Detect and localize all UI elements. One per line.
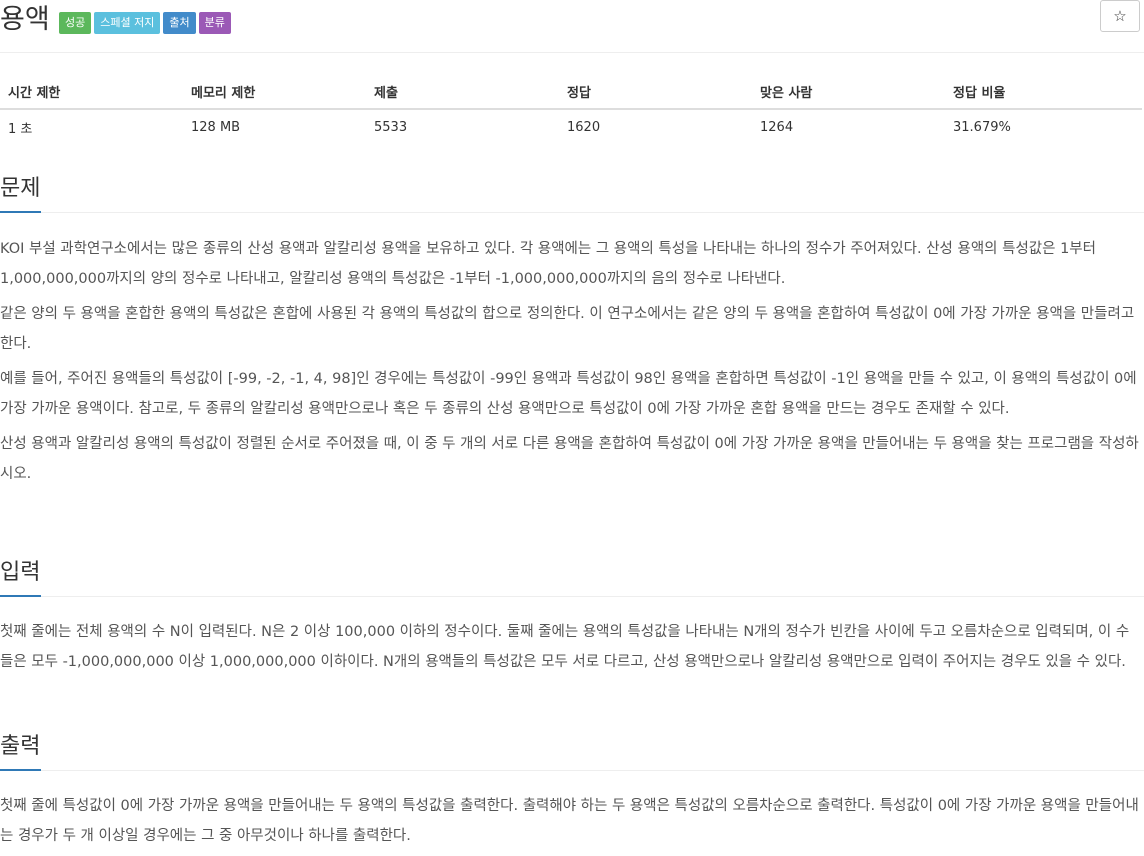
problem-description-section: 문제 KOI 부설 과학연구소에서는 많은 종류의 산성 용액과 알칼리성 용액… [0,174,1144,494]
table-row: 1 초 128 MB 5533 1620 1264 31.679% [0,109,1142,144]
header-solved-users: 맞은 사람 [752,74,945,110]
solved-users-value: 1264 [760,119,794,135]
section-headline: 문제 [0,174,1144,213]
label-category-link[interactable]: 분류 [198,12,231,34]
problem-output: 첫째 줄에 특성값이 0에 가장 가까운 용액을 만들어내는 두 용액의 특성값… [0,791,1142,851]
description-paragraph: 산성 용액과 알칼리성 용액의 특성값이 정렬된 순서로 주어졌을 때, 이 중… [0,436,1139,482]
input-paragraph: 첫째 줄에는 전체 용액의 수 N이 입력된다. N은 2 이상 100,000… [0,624,1130,670]
header-accepted: 정답 [559,74,752,110]
heading-underline [0,595,41,597]
description-paragraph: 예를 들어, 주어진 용액들의 특성값이 [-99, -2, -1, 4, 98… [0,371,1137,417]
label-special-judge: 스페셜 저지 [94,12,161,34]
problem-header: 용액 성공 스페셜 저지 출처 분류 ☆ [0,0,1144,42]
submissions-value: 5533 [374,119,408,135]
description-paragraph: KOI 부설 과학연구소에서는 많은 종류의 산성 용액과 알칼리성 용액을 보… [0,241,1096,287]
problem-input: 첫째 줄에는 전체 용액의 수 N이 입력된다. N은 2 이상 100,000… [0,617,1142,677]
problem-description: KOI 부설 과학연구소에서는 많은 종류의 산성 용액과 알칼리성 용액을 보… [0,234,1142,489]
label-success: 성공 [59,12,92,34]
star-icon: ☆ [1113,7,1127,25]
favorite-button[interactable]: ☆ [1100,0,1140,32]
section-title-input: 입력 [0,560,41,585]
header-memory-limit: 메모리 제한 [183,74,366,110]
header-accept-rate: 정답 비율 [945,74,1142,110]
section-headline: 입력 [0,558,1144,597]
time-limit-value: 1 초 [8,121,33,137]
problem-labels: 성공 스페셜 저지 출처 분류 [59,12,231,34]
section-headline: 출력 [0,732,1144,771]
description-paragraph: 같은 양의 두 용액을 혼합한 용액의 특성값은 혼합에 사용된 각 용액의 특… [0,306,1135,352]
problem-input-section: 입력 첫째 줄에는 전체 용액의 수 N이 입력된다. N은 2 이상 100,… [0,558,1144,682]
output-paragraph: 첫째 줄에 특성값이 0에 가장 가까운 용액을 만들어내는 두 용액의 특성값… [0,798,1139,844]
section-title-description: 문제 [0,176,41,201]
section-title-output: 출력 [0,734,41,759]
title-divider [0,52,1144,53]
memory-limit-value: 128 MB [191,119,241,135]
page-title: 용액 [0,4,50,35]
heading-underline [0,211,41,213]
accepted-value: 1620 [567,119,601,135]
header-submissions: 제출 [366,74,559,110]
header-time-limit: 시간 제한 [0,74,183,110]
accept-rate-value: 31.679% [953,119,1011,135]
heading-underline [0,769,41,771]
label-source-link[interactable]: 출처 [163,12,196,34]
table-header-row: 시간 제한 메모리 제한 제출 정답 맞은 사람 정답 비율 [0,74,1142,110]
problem-output-section: 출력 첫째 줄에 특성값이 0에 가장 가까운 용액을 만들어내는 두 용액의 … [0,732,1144,856]
problem-info-table: 시간 제한 메모리 제한 제출 정답 맞은 사람 정답 비율 1 초 128 M… [0,74,1142,144]
